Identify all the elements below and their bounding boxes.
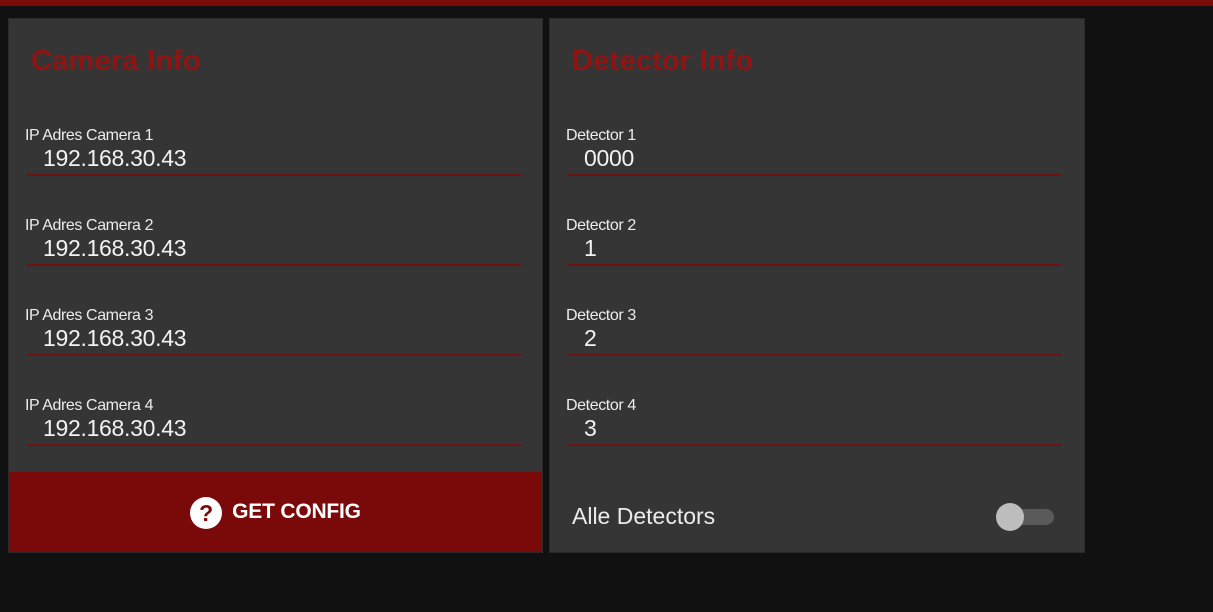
detector-info-panel: Detector Info Detector 1 0000 Detector 2… <box>549 18 1085 553</box>
field-underline <box>27 354 521 356</box>
camera-1-ip-label: IP Adres Camera 1 <box>25 127 154 144</box>
camera-1-ip-field[interactable]: IP Adres Camera 1 192.168.30.43 <box>25 127 521 189</box>
all-detectors-toggle[interactable] <box>996 503 1054 531</box>
field-underline <box>568 354 1062 356</box>
camera-1-ip-value[interactable]: 192.168.30.43 <box>43 145 186 172</box>
help-circle-icon: ? <box>190 497 223 529</box>
camera-4-ip-field[interactable]: IP Adres Camera 4 192.168.30.43 <box>25 397 521 459</box>
field-underline <box>27 264 521 266</box>
camera-4-ip-value[interactable]: 192.168.30.43 <box>43 415 186 442</box>
detector-4-field[interactable]: Detector 4 3 <box>566 397 1062 459</box>
camera-2-ip-label: IP Adres Camera 2 <box>25 217 154 234</box>
camera-info-title: Camera Info <box>31 45 201 77</box>
camera-3-ip-label: IP Adres Camera 3 <box>25 307 154 324</box>
detector-2-value[interactable]: 1 <box>584 235 597 262</box>
camera-3-ip-value[interactable]: 192.168.30.43 <box>43 325 186 352</box>
detector-1-value[interactable]: 0000 <box>584 145 634 172</box>
detector-2-label: Detector 2 <box>566 217 636 234</box>
field-underline <box>568 264 1062 266</box>
detector-3-value[interactable]: 2 <box>584 325 597 352</box>
field-underline <box>27 174 521 176</box>
detector-3-label: Detector 3 <box>566 307 636 324</box>
camera-2-ip-value[interactable]: 192.168.30.43 <box>43 235 186 262</box>
detector-3-field[interactable]: Detector 3 2 <box>566 307 1062 369</box>
detector-1-label: Detector 1 <box>566 127 636 144</box>
detector-4-label: Detector 4 <box>566 397 636 414</box>
detector-1-field[interactable]: Detector 1 0000 <box>566 127 1062 189</box>
camera-4-ip-label: IP Adres Camera 4 <box>25 397 154 414</box>
detector-2-field[interactable]: Detector 2 1 <box>566 217 1062 279</box>
detector-info-title: Detector Info <box>572 45 754 77</box>
toggle-knob[interactable] <box>996 503 1024 531</box>
top-accent-bar <box>0 0 1213 6</box>
camera-2-ip-field[interactable]: IP Adres Camera 2 192.168.30.43 <box>25 217 521 279</box>
camera-info-panel: Camera Info IP Adres Camera 1 192.168.30… <box>8 18 543 553</box>
get-config-button[interactable]: ? GET CONFIG <box>9 472 542 552</box>
detector-4-value[interactable]: 3 <box>584 415 597 442</box>
get-config-label: GET CONFIG <box>232 500 361 523</box>
all-detectors-row: Alle Detectors <box>572 497 1054 537</box>
field-underline <box>568 444 1062 446</box>
field-underline <box>568 174 1062 176</box>
field-underline <box>27 444 521 446</box>
all-detectors-label: Alle Detectors <box>572 503 716 529</box>
camera-3-ip-field[interactable]: IP Adres Camera 3 192.168.30.43 <box>25 307 521 369</box>
